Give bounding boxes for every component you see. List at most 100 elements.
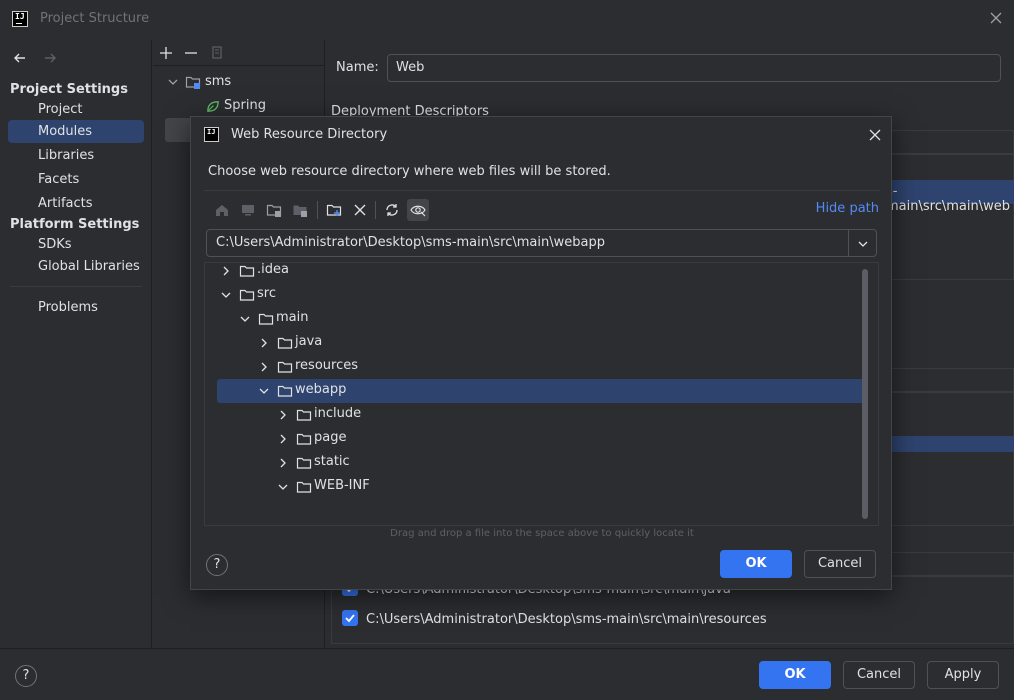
hide-path-link[interactable]: Hide path	[816, 201, 879, 216]
tree-node-label: include	[314, 406, 362, 421]
nav-item-sdks[interactable]: SDKs	[8, 233, 144, 256]
apply-button[interactable]: Apply	[927, 661, 999, 689]
new-folder-icon[interactable]	[323, 199, 345, 221]
dialog-help-button[interactable]: ?	[206, 554, 228, 576]
module-folder-icon	[185, 76, 201, 89]
tree-node-static[interactable]: static	[205, 451, 878, 475]
folder-icon	[258, 311, 274, 331]
tree-scrollbar[interactable]	[862, 269, 868, 519]
folder-icon	[239, 263, 255, 283]
close-window-icon[interactable]	[988, 10, 1004, 26]
spring-leaf-icon	[207, 101, 219, 112]
add-icon[interactable]	[158, 45, 174, 61]
dialog-divider	[204, 190, 880, 191]
folder-icon	[277, 359, 293, 379]
toolbar-divider	[375, 201, 376, 219]
tree-node-include[interactable]: include	[205, 403, 878, 427]
chevron-down-icon[interactable]	[258, 385, 270, 401]
intellij-logo-icon: IJ	[204, 127, 219, 142]
window-title: Project Structure	[40, 11, 150, 26]
nav-item-problems[interactable]: Problems	[8, 296, 144, 319]
chevron-right-icon[interactable]	[277, 457, 289, 473]
chevron-right-icon[interactable]	[220, 265, 232, 281]
dialog-title: Web Resource Directory	[231, 127, 388, 142]
help-button[interactable]: ?	[15, 665, 37, 687]
nav-item-artifacts[interactable]: Artifacts	[8, 192, 144, 215]
tree-node-label: WEB-INF	[314, 478, 370, 493]
dialog-cancel-button[interactable]: Cancel	[804, 550, 876, 578]
title-bar: IJ Project Structure	[0, 0, 1014, 40]
chevron-down-icon[interactable]	[277, 481, 289, 497]
intellij-logo-icon: IJ	[12, 11, 28, 27]
chevron-right-icon[interactable]	[277, 433, 289, 449]
refresh-icon[interactable]	[381, 199, 403, 221]
tree-node-java[interactable]: java	[205, 331, 878, 355]
tree-node-idea[interactable]: .idea	[205, 262, 878, 283]
tree-node-resources[interactable]: resources	[205, 355, 878, 379]
drag-drop-hint: Drag and drop a file into the space abov…	[390, 528, 694, 539]
home-icon[interactable]	[211, 199, 233, 221]
dialog-description: Choose web resource directory where web …	[208, 164, 611, 179]
project-folder-icon[interactable]	[263, 199, 285, 221]
folder-icon	[296, 431, 312, 451]
chevron-right-icon[interactable]	[258, 337, 270, 353]
back-arrow-icon[interactable]	[12, 50, 28, 66]
desktop-icon[interactable]	[237, 199, 259, 221]
chevron-down-icon[interactable]	[239, 313, 251, 329]
chevron-right-icon[interactable]	[258, 361, 270, 377]
path-input[interactable]: C:\Users\Administrator\Desktop\sms-main\…	[216, 230, 605, 256]
name-field[interactable]: Web	[387, 54, 1001, 82]
tree-node-label: static	[314, 454, 350, 469]
toolbar-divider	[317, 201, 318, 219]
folder-icon	[296, 479, 312, 499]
tree-node-web-inf[interactable]: WEB-INF	[205, 475, 878, 499]
chevron-right-icon[interactable]	[277, 409, 289, 425]
module-folder-icon[interactable]	[289, 199, 311, 221]
tree-node-label: resources	[295, 358, 359, 373]
delete-icon[interactable]	[349, 199, 371, 221]
platform-settings-header: Platform Settings	[10, 217, 140, 232]
chevron-down-icon[interactable]	[167, 76, 179, 88]
name-label: Name:	[336, 60, 379, 75]
tree-node-page[interactable]: page	[205, 427, 878, 451]
module-toolbar	[153, 40, 325, 66]
dialog-close-icon[interactable]	[868, 128, 882, 142]
project-settings-header: Project Settings	[10, 82, 128, 97]
source-root-resources-path: C:\Users\Administrator\Desktop\sms-main\…	[366, 612, 767, 627]
tree-node-label: main	[276, 310, 309, 325]
spring-facet-label: Spring	[224, 98, 266, 113]
chevron-down-icon	[858, 241, 868, 247]
dialog-ok-button[interactable]: OK	[720, 550, 792, 578]
settings-navigation: Project Settings Project Modules Librari…	[0, 40, 152, 648]
tree-node-webapp[interactable]: webapp	[205, 379, 878, 403]
tree-node-label: java	[295, 334, 323, 349]
source-root-resources-row[interactable]: C:\Users\Administrator\Desktop\sms-main\…	[342, 609, 767, 630]
nav-divider	[10, 286, 142, 287]
ok-button[interactable]: OK	[759, 661, 831, 689]
tree-node-main[interactable]: main	[205, 307, 878, 331]
nav-item-project[interactable]: Project	[8, 98, 144, 121]
show-hidden-files-icon[interactable]	[407, 199, 429, 221]
nav-item-global-libraries[interactable]: Global Libraries	[8, 255, 144, 278]
tree-node-label: src	[257, 286, 276, 301]
source-root-row-selected[interactable]	[886, 436, 1014, 452]
folder-icon	[277, 335, 293, 355]
copy-icon[interactable]	[209, 45, 225, 61]
checkbox-checked[interactable]	[342, 609, 358, 626]
forward-arrow-icon[interactable]	[42, 50, 58, 66]
chevron-down-icon[interactable]	[220, 289, 232, 305]
remove-icon[interactable]	[183, 45, 199, 61]
nav-item-modules[interactable]: Modules	[8, 120, 144, 143]
nav-item-facets[interactable]: Facets	[8, 168, 144, 191]
folder-icon	[296, 455, 312, 475]
tree-node-src[interactable]: src	[205, 283, 878, 307]
web-resource-directory-dialog: IJ Web Resource Directory Choose web res…	[190, 116, 892, 590]
folder-icon	[277, 383, 293, 403]
tree-node-label: webapp	[295, 382, 347, 397]
nav-item-libraries[interactable]: Libraries	[8, 144, 144, 167]
module-root-label: sms	[205, 74, 232, 89]
path-history-dropdown[interactable]	[848, 230, 876, 256]
cancel-button[interactable]: Cancel	[843, 661, 915, 689]
path-combobox[interactable]: C:\Users\Administrator\Desktop\sms-main\…	[206, 229, 877, 257]
tree-node-label: .idea	[257, 262, 289, 277]
